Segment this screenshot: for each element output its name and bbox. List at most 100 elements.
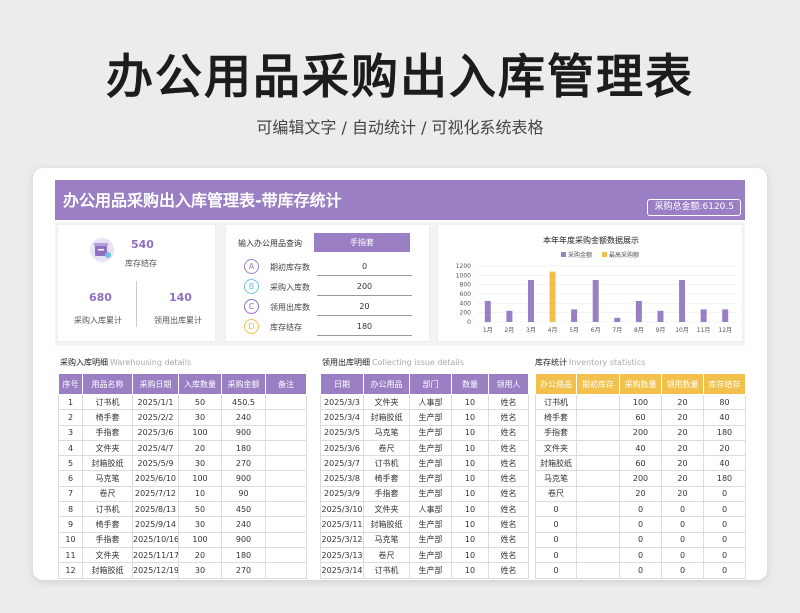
- inventory-table-cell[interactable]: 0: [535, 516, 577, 533]
- purchase-table-cell[interactable]: 100: [178, 470, 222, 487]
- inventory-table-cell[interactable]: 0: [703, 546, 746, 564]
- issue-table-cell[interactable]: 10: [451, 501, 489, 518]
- purchase-table-cell[interactable]: 马克笔: [82, 470, 133, 487]
- inventory-table-cell[interactable]: [576, 485, 620, 503]
- inventory-table-cell[interactable]: 0: [619, 531, 662, 548]
- purchase-table-cell[interactable]: [265, 470, 307, 487]
- issue-table-cell[interactable]: 人事部: [409, 393, 452, 411]
- inventory-table-cell[interactable]: 0: [619, 562, 662, 579]
- issue-table-cell[interactable]: 10: [451, 531, 489, 548]
- purchase-table-cell[interactable]: 2025/1/1: [132, 393, 179, 411]
- inventory-table-cell[interactable]: 200: [619, 470, 662, 487]
- purchase-table-cell[interactable]: 3: [58, 424, 83, 441]
- issue-table-cell[interactable]: 生产部: [409, 531, 452, 548]
- issue-table-cell[interactable]: 生产部: [409, 546, 452, 564]
- inventory-table-cell[interactable]: [576, 531, 620, 548]
- purchase-table-cell[interactable]: [265, 439, 307, 457]
- inventory-table-cell[interactable]: 0: [535, 531, 577, 548]
- purchase-table-cell[interactable]: 11: [58, 546, 83, 564]
- inventory-table-cell[interactable]: 20: [661, 485, 704, 503]
- purchase-table-cell[interactable]: [265, 562, 307, 579]
- purchase-table-cell[interactable]: 卷尺: [82, 485, 133, 503]
- inventory-table-cell[interactable]: 80: [703, 393, 746, 411]
- issue-table-cell[interactable]: 姓名: [488, 455, 529, 472]
- purchase-table-cell[interactable]: [265, 455, 307, 472]
- issue-table-cell[interactable]: 10: [451, 516, 489, 533]
- inventory-table-cell[interactable]: 0: [661, 562, 704, 579]
- purchase-table-cell[interactable]: 20: [178, 439, 222, 457]
- purchase-table-cell[interactable]: 900: [221, 531, 266, 548]
- inventory-table-cell[interactable]: 0: [661, 531, 704, 548]
- purchase-table-cell[interactable]: 2: [58, 409, 83, 426]
- purchase-table-cell[interactable]: 2025/7/12: [132, 485, 179, 503]
- issue-table-cell[interactable]: 姓名: [488, 485, 529, 503]
- purchase-table-cell[interactable]: 2025/2/2: [132, 409, 179, 426]
- issue-table-cell[interactable]: 10: [451, 393, 489, 411]
- purchase-table-cell[interactable]: [265, 531, 307, 548]
- issue-table-cell[interactable]: 封箱胶纸: [363, 516, 410, 533]
- inventory-table-cell[interactable]: 60: [619, 409, 662, 426]
- purchase-table-cell[interactable]: 900: [221, 470, 266, 487]
- inventory-table-cell[interactable]: 0: [619, 501, 662, 518]
- issue-table-cell[interactable]: 姓名: [488, 562, 529, 579]
- purchase-table-cell[interactable]: [265, 393, 307, 411]
- purchase-table-cell[interactable]: 2025/11/17: [132, 546, 179, 564]
- purchase-table-cell[interactable]: 2025/3/6: [132, 424, 179, 441]
- inventory-table-cell[interactable]: 0: [703, 516, 746, 533]
- purchase-table-cell[interactable]: 180: [221, 546, 266, 564]
- issue-table-cell[interactable]: 生产部: [409, 516, 452, 533]
- inventory-table-cell[interactable]: 20: [619, 485, 662, 503]
- purchase-table-cell[interactable]: [265, 501, 307, 518]
- purchase-table-cell[interactable]: [265, 546, 307, 564]
- inventory-table-cell[interactable]: 0: [703, 501, 746, 518]
- purchase-table-cell[interactable]: 10: [58, 531, 83, 548]
- inventory-table-cell[interactable]: 20: [661, 393, 704, 411]
- issue-table-cell[interactable]: 10: [451, 470, 489, 487]
- purchase-table-cell[interactable]: 4: [58, 439, 83, 457]
- purchase-table-cell[interactable]: 90: [221, 485, 266, 503]
- issue-table-cell[interactable]: 马克笔: [363, 424, 410, 441]
- purchase-table-cell[interactable]: 6: [58, 470, 83, 487]
- inventory-table-cell[interactable]: 40: [703, 455, 746, 472]
- issue-table-cell[interactable]: 2025/3/11: [320, 516, 364, 533]
- inventory-table-cell[interactable]: 20: [661, 409, 704, 426]
- inventory-table-cell[interactable]: [576, 516, 620, 533]
- purchase-table-cell[interactable]: 450.5: [221, 393, 266, 411]
- inventory-table-cell[interactable]: 0: [619, 546, 662, 564]
- issue-table-cell[interactable]: 2025/3/4: [320, 409, 364, 426]
- purchase-table-cell[interactable]: 封箱胶纸: [82, 455, 133, 472]
- inventory-table-cell[interactable]: 订书机: [535, 393, 577, 411]
- issue-table-cell[interactable]: 卷尺: [363, 546, 410, 564]
- purchase-table-cell[interactable]: 30: [178, 516, 222, 533]
- purchase-table-cell[interactable]: 文件夹: [82, 439, 133, 457]
- inventory-table-cell[interactable]: [576, 562, 620, 579]
- purchase-table-cell[interactable]: 文件夹: [82, 546, 133, 564]
- purchase-table-cell[interactable]: 100: [178, 424, 222, 441]
- issue-table-cell[interactable]: 订书机: [363, 562, 410, 579]
- inventory-table-cell[interactable]: 0: [535, 501, 577, 518]
- purchase-table-cell[interactable]: 椅手套: [82, 516, 133, 533]
- purchase-table-cell[interactable]: 30: [178, 562, 222, 579]
- purchase-table-cell[interactable]: [265, 516, 307, 533]
- issue-table-cell[interactable]: 10: [451, 485, 489, 503]
- inventory-table-cell[interactable]: [576, 439, 620, 457]
- issue-table-cell[interactable]: 姓名: [488, 546, 529, 564]
- inventory-table-cell[interactable]: 60: [619, 455, 662, 472]
- purchase-table-cell[interactable]: 订书机: [82, 501, 133, 518]
- purchase-table-cell[interactable]: 450: [221, 501, 266, 518]
- purchase-table-cell[interactable]: 椅手套: [82, 409, 133, 426]
- purchase-table-cell[interactable]: 2025/9/14: [132, 516, 179, 533]
- inventory-table-cell[interactable]: 封箱胶纸: [535, 455, 577, 472]
- inventory-table-cell[interactable]: 20: [661, 470, 704, 487]
- inventory-table-cell[interactable]: 手指套: [535, 424, 577, 441]
- purchase-table-cell[interactable]: 30: [178, 409, 222, 426]
- purchase-table-cell[interactable]: 100: [178, 531, 222, 548]
- issue-table-cell[interactable]: 文件夹: [363, 393, 410, 411]
- inventory-table-cell[interactable]: 0: [535, 562, 577, 579]
- inventory-table-cell[interactable]: 20: [661, 439, 704, 457]
- issue-table-cell[interactable]: 封箱胶纸: [363, 409, 410, 426]
- issue-table-cell[interactable]: 生产部: [409, 424, 452, 441]
- purchase-table-cell[interactable]: 2025/6/10: [132, 470, 179, 487]
- inventory-table-cell[interactable]: 0: [703, 531, 746, 548]
- purchase-table-cell[interactable]: 900: [221, 424, 266, 441]
